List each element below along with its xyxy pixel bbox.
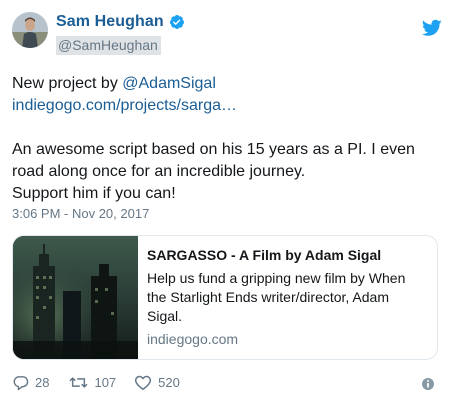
author-display-name[interactable]: Sam Heughan [56, 13, 164, 31]
tweet-line-4: road along once for an incredible journe… [12, 163, 306, 180]
heart-icon [134, 374, 152, 391]
project-link[interactable]: indiegogo.com/projects/sarga… [12, 97, 237, 114]
card-thumbnail [13, 236, 138, 359]
tweet-embed: Sam Heughan @SamHeughan New project by @… [0, 0, 459, 400]
author-handle[interactable]: @SamHeughan [56, 36, 161, 55]
tweet-line-3: An awesome script based on his 15 years … [12, 141, 415, 158]
tweet-text: New project by @AdamSigal indiegogo.com/… [12, 73, 442, 205]
avatar[interactable] [12, 12, 48, 48]
card-title: SARGASSO - A Film by Adam Sigal [147, 247, 382, 263]
like-count: 520 [158, 375, 180, 390]
like-button[interactable]: 520 [134, 374, 180, 391]
tweet-line-5: Support him if you can! [12, 185, 176, 202]
tweet-actions: 28 107 520 [12, 374, 180, 391]
card-body: SARGASSO - A Film by Adam Sigal Help us … [138, 236, 437, 359]
mention-link[interactable]: @AdamSigal [122, 75, 216, 92]
avatar-image [12, 12, 48, 48]
author-name-row: Sam Heughan [56, 13, 185, 31]
link-preview-card[interactable]: SARGASSO - A Film by Adam Sigal Help us … [12, 235, 438, 360]
reply-button[interactable]: 28 [12, 374, 49, 391]
twitter-bird-icon[interactable] [421, 19, 442, 37]
retweet-icon [69, 374, 88, 391]
retweet-count: 107 [94, 375, 117, 390]
tweet-line-1-prefix: New project by [12, 75, 123, 92]
verified-badge-icon [169, 14, 185, 30]
reply-icon [12, 374, 29, 391]
info-icon[interactable] [421, 377, 435, 391]
card-domain: indiegogo.com [147, 331, 239, 347]
card-description: Help us fund a gripping new film by When… [147, 270, 406, 324]
tweet-timestamp[interactable]: 3:06 PM - Nov 20, 2017 [12, 206, 149, 221]
reply-count: 28 [35, 375, 50, 390]
tweet-line-1: New project by @AdamSigal [12, 73, 442, 95]
retweet-button[interactable]: 107 [69, 374, 116, 391]
